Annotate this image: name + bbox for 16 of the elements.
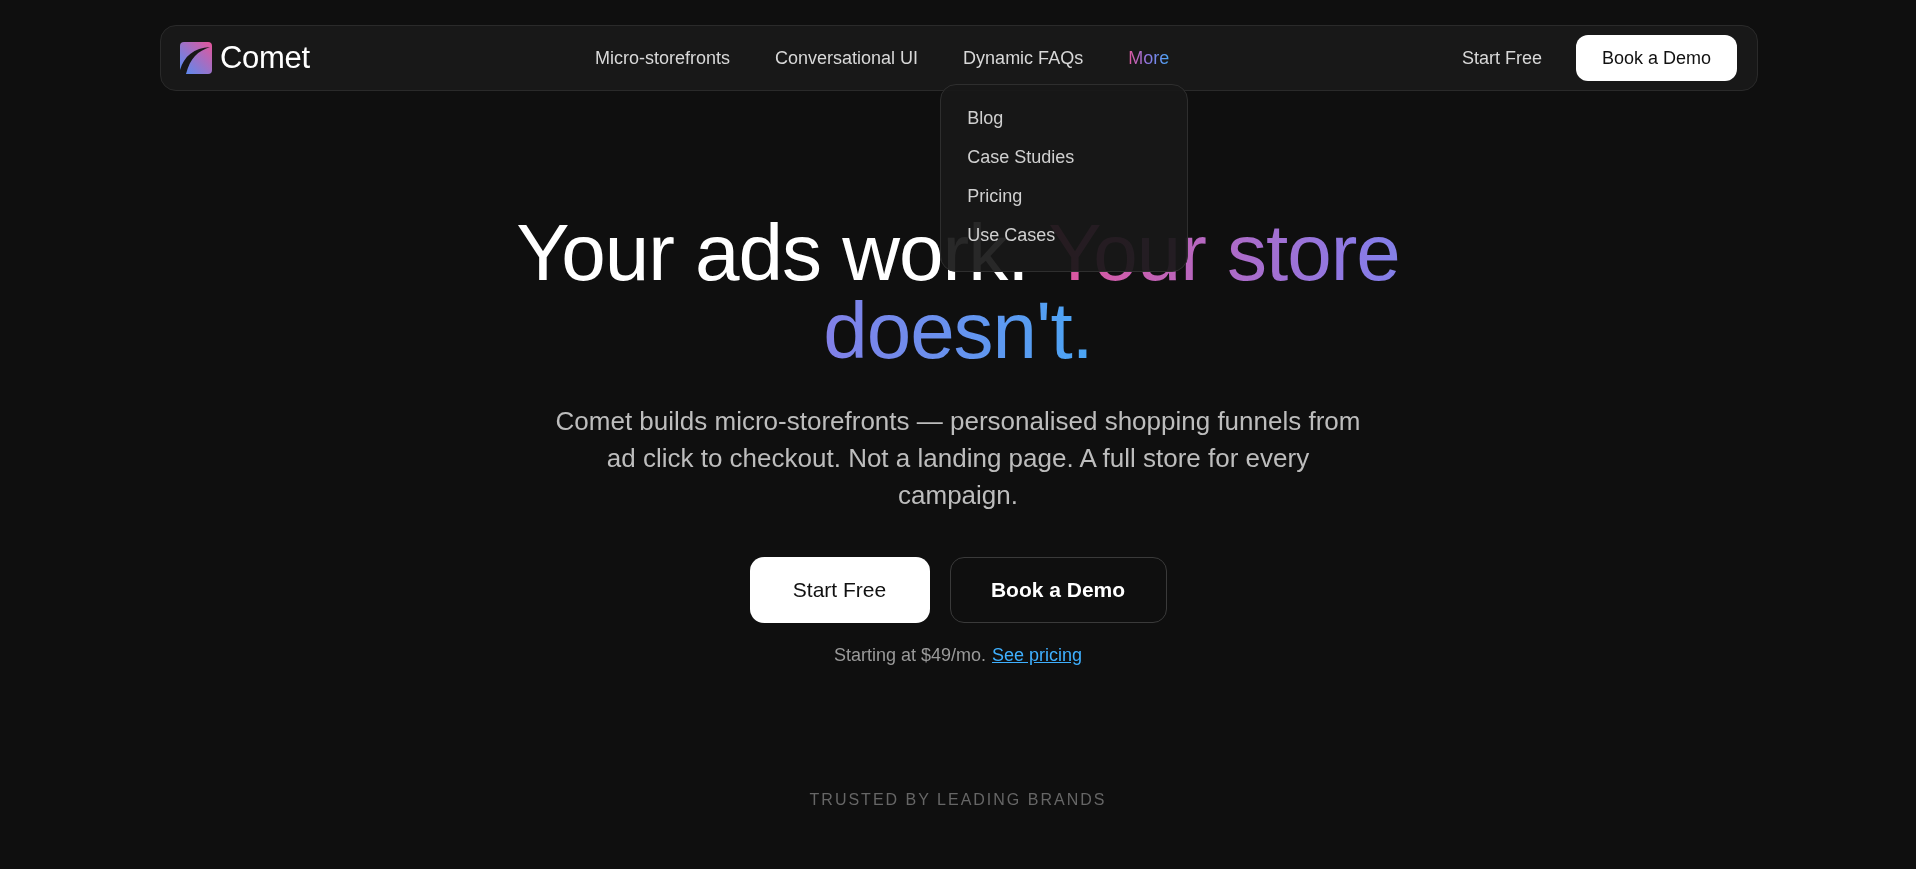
start-free-button[interactable]: Start Free xyxy=(749,557,930,623)
menu-item[interactable]: Pricing xyxy=(941,176,1188,216)
description: Comet builds micro-storefronts — personalised shopping funnels from ad click to checkout. Not a landing page. A full store for every campaign. xyxy=(554,405,1362,512)
book-demo-button[interactable]: Book a Demo xyxy=(949,557,1167,623)
section-label: TRUSTED BY LEADING BRANDS xyxy=(809,791,1107,809)
nav-link[interactable]: Conversational UI xyxy=(775,47,919,69)
nav-link[interactable]: Micro-storefronts xyxy=(595,47,731,69)
logo-icon[interactable] xyxy=(180,42,212,74)
nav-link[interactable]: Dynamic FAQs xyxy=(963,47,1084,69)
menu-item[interactable]: Case Studies xyxy=(941,137,1188,177)
book-demo-button[interactable]: Book a Demo xyxy=(1575,35,1737,81)
menu-item[interactable]: Blog xyxy=(941,98,1188,138)
start-free-link[interactable]: Start Free xyxy=(1461,47,1542,69)
brand-name[interactable]: Comet xyxy=(220,40,310,76)
pricing-link[interactable]: See pricing xyxy=(992,645,1083,666)
pricing-note: Starting at $49/mo. xyxy=(833,645,986,666)
